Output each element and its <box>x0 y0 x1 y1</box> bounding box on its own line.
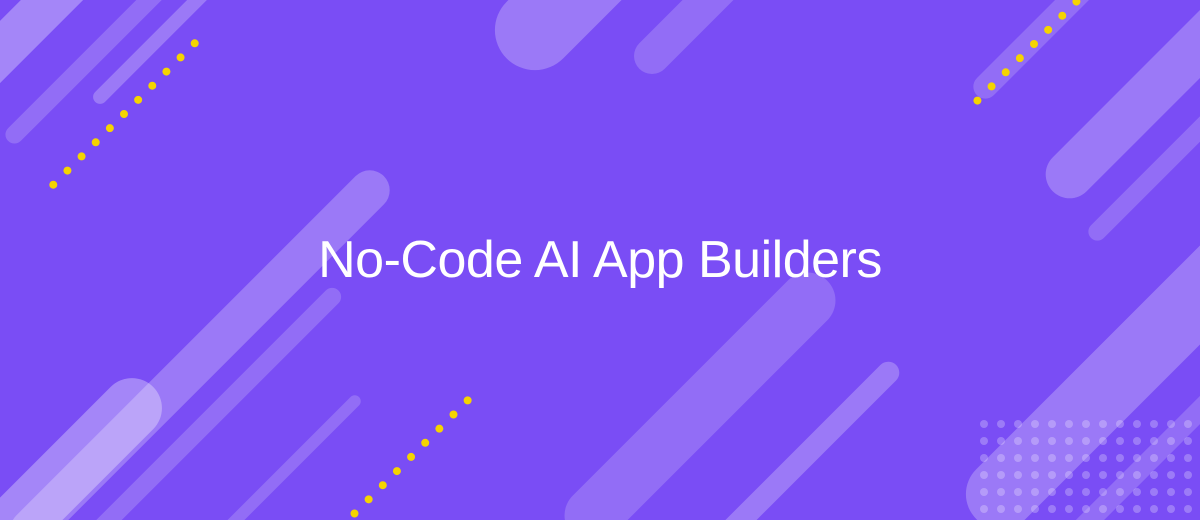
decorative-stripe <box>1036 0 1200 208</box>
decorative-stripe <box>157 393 363 520</box>
dot-grid-accent <box>980 420 1200 520</box>
decorative-stripe <box>553 261 847 520</box>
decorative-stripe <box>627 0 794 81</box>
banner-title: No-Code AI App Builders <box>318 230 882 290</box>
hero-banner: No-Code AI App Builders <box>0 0 1200 520</box>
dotted-diagonal-accent <box>48 38 201 191</box>
dotted-diagonal-accent <box>335 395 474 520</box>
